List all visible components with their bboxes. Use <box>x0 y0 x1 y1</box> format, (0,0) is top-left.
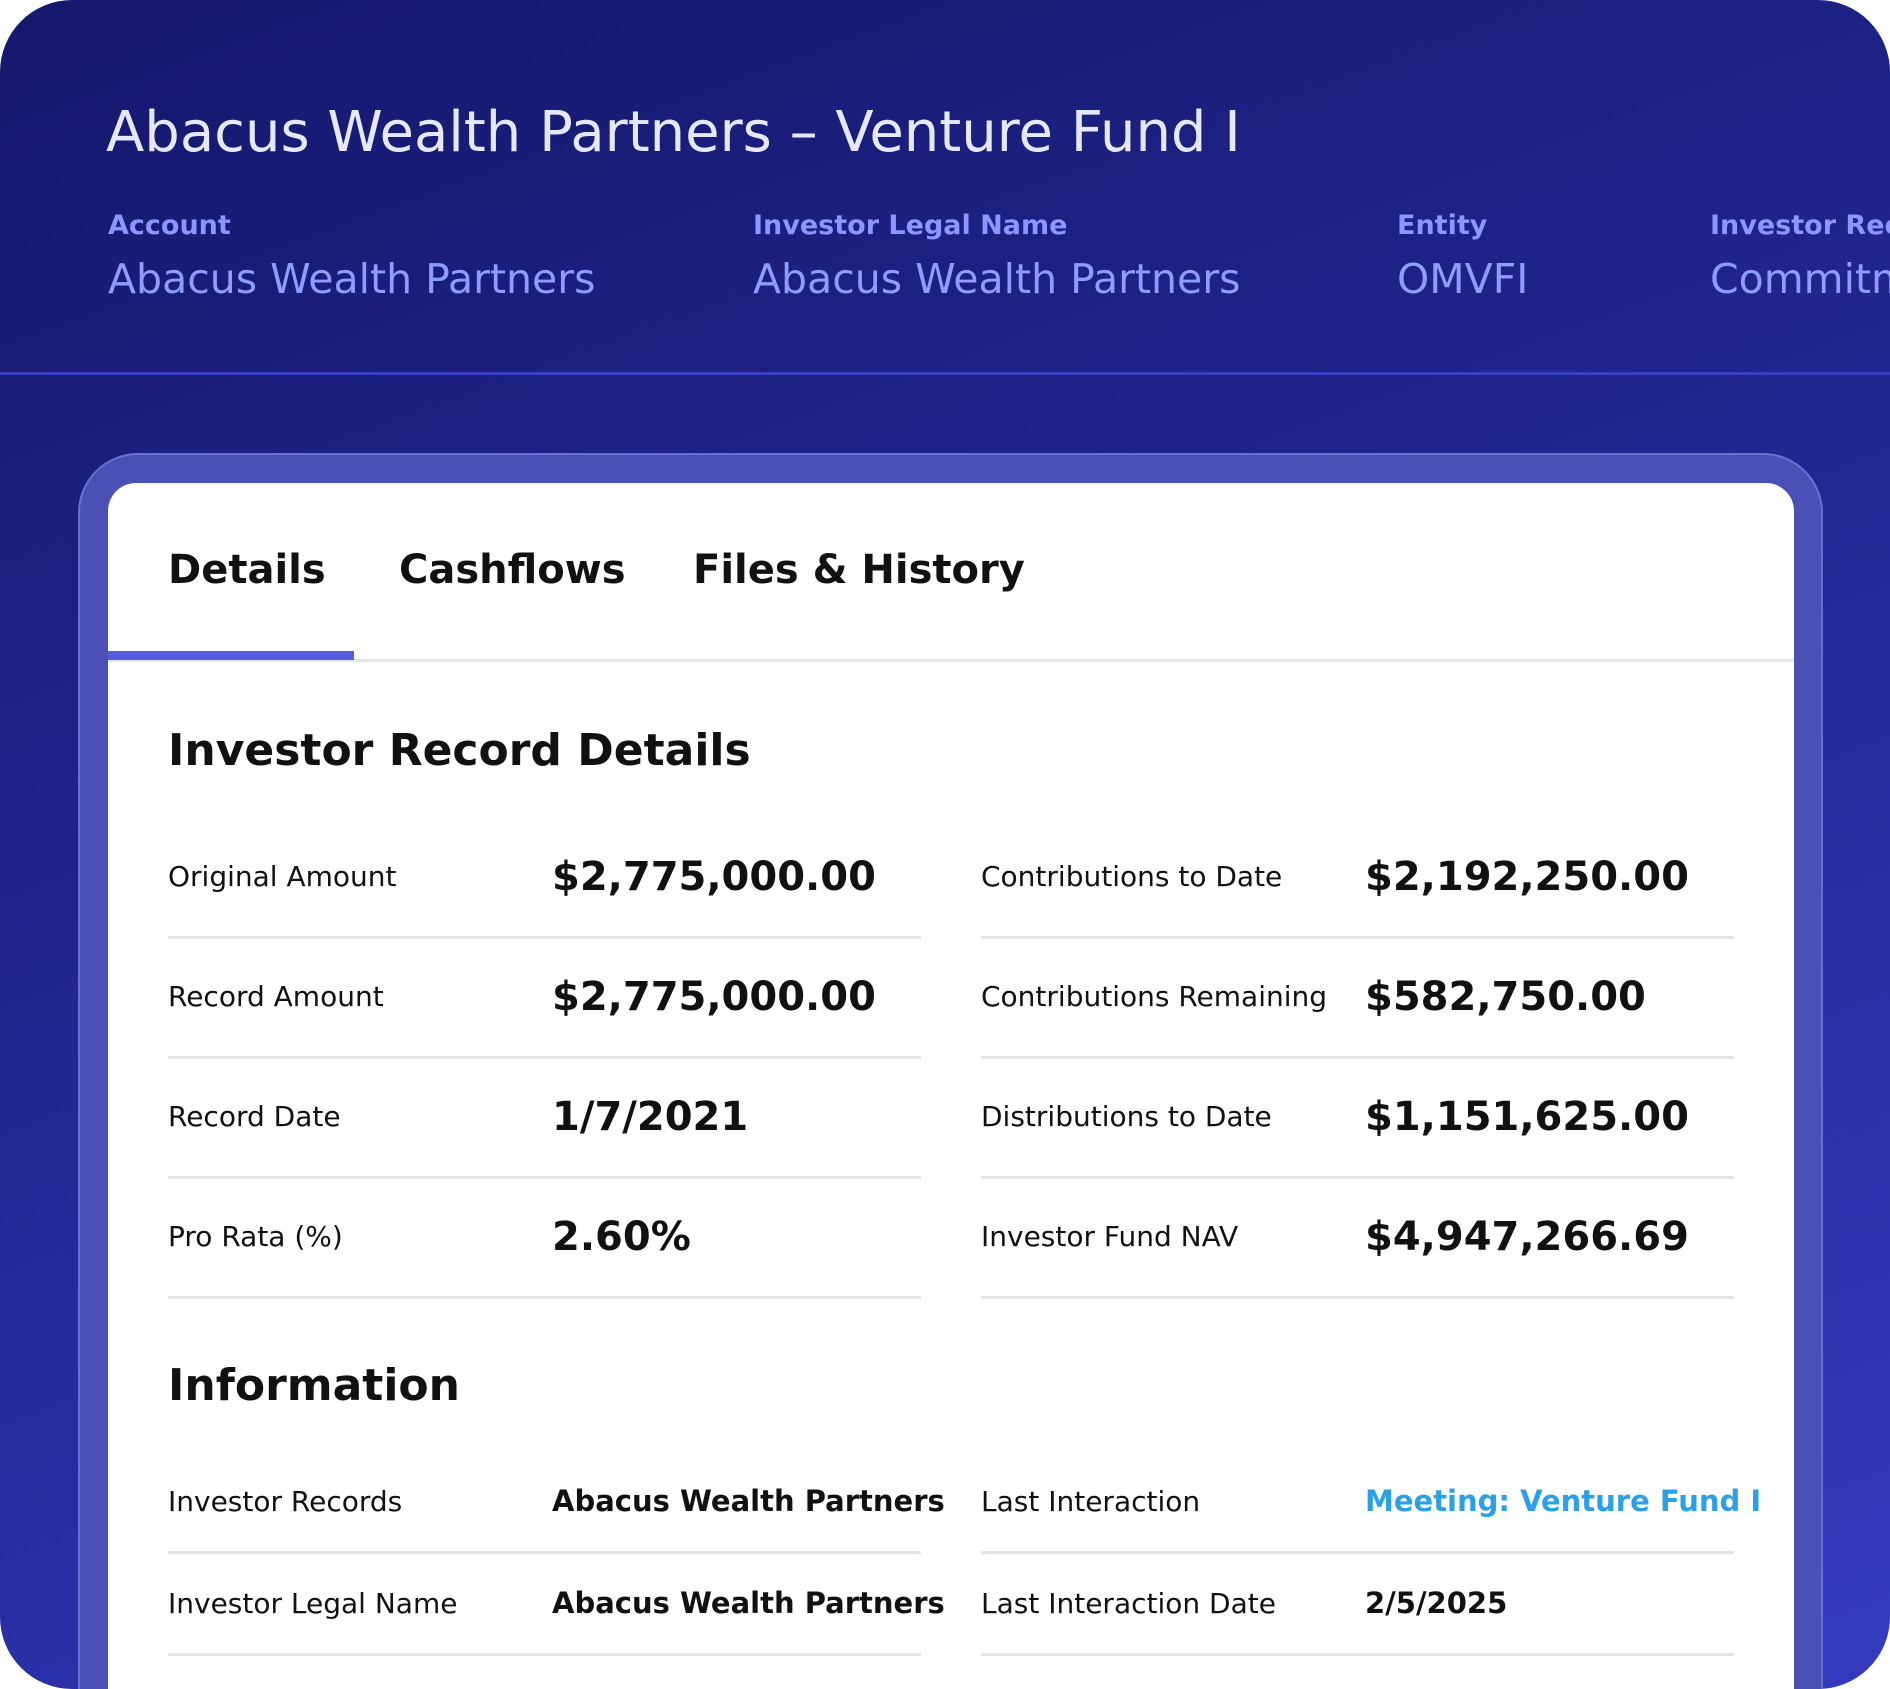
meta-label: Investor Legal Name <box>753 210 1068 241</box>
detail-value: 2.60% <box>552 1214 691 1260</box>
details-card: Details Cashflows Files & History Invest… <box>108 483 1794 1689</box>
info-row-investor-records: Investor Records Abacus Wealth Partners <box>168 1449 945 1554</box>
page-title: Abacus Wealth Partners – Venture Fund I <box>106 100 1241 165</box>
meta-value[interactable]: Abacus Wealth Partners <box>108 255 595 303</box>
detail-value: $2,775,000.00 <box>552 854 876 900</box>
info-label: Last Interaction Date <box>981 1587 1276 1620</box>
detail-row-distributions-to-date: Distributions to Date $1,151,625.00 <box>981 1056 1734 1179</box>
detail-label: Record Date <box>168 1100 341 1133</box>
info-value: Abacus Wealth Partners <box>552 1586 945 1620</box>
meta-investor-record: Investor Rec Commitm <box>1710 210 1890 320</box>
info-row-investor-legal-name: Investor Legal Name Abacus Wealth Partne… <box>168 1551 945 1656</box>
section-title-information: Information <box>168 1360 460 1411</box>
meta-entity: Entity OMVFI <box>1397 210 1528 320</box>
info-label: Last Interaction <box>981 1485 1201 1518</box>
info-label: Investor Records <box>168 1485 403 1518</box>
meta-label: Entity <box>1397 210 1488 241</box>
detail-row-record-date: Record Date 1/7/2021 <box>168 1056 921 1179</box>
meta-investor-legal-name: Investor Legal Name Abacus Wealth Partne… <box>753 210 1240 320</box>
detail-label: Pro Rata (%) <box>168 1220 343 1253</box>
detail-row-pro-rata: Pro Rata (%) 2.60% <box>168 1176 921 1299</box>
last-interaction-link[interactable]: Meeting: Venture Fund I <box>1365 1484 1761 1518</box>
detail-row-record-amount: Record Amount $2,775,000.00 <box>168 936 921 1059</box>
detail-row-contributions-to-date: Contributions to Date $2,192,250.00 <box>981 816 1734 939</box>
detail-row-original-amount: Original Amount $2,775,000.00 <box>168 816 921 939</box>
detail-label: Original Amount <box>168 860 397 893</box>
detail-label: Investor Fund NAV <box>981 1220 1239 1253</box>
active-tab-indicator <box>108 651 354 660</box>
app-frame: Abacus Wealth Partners – Venture Fund I … <box>0 0 1890 1689</box>
detail-label: Contributions Remaining <box>981 980 1328 1013</box>
info-value: 2/5/2025 <box>1365 1586 1508 1620</box>
tab-details[interactable]: Details <box>168 547 326 593</box>
detail-value: $582,750.00 <box>1365 974 1646 1020</box>
info-value: Abacus Wealth Partners <box>552 1484 945 1518</box>
detail-row-contributions-remaining: Contributions Remaining $582,750.00 <box>981 936 1734 1059</box>
section-title-record-details: Investor Record Details <box>168 725 751 776</box>
detail-row-investor-fund-nav: Investor Fund NAV $4,947,266.69 <box>981 1176 1734 1299</box>
detail-value: 1/7/2021 <box>552 1094 749 1140</box>
detail-value: $4,947,266.69 <box>1365 1214 1689 1260</box>
header-divider <box>0 372 1890 375</box>
detail-value: $1,151,625.00 <box>1365 1094 1689 1140</box>
detail-value: $2,775,000.00 <box>552 974 876 1020</box>
detail-label: Contributions to Date <box>981 860 1283 893</box>
meta-label: Investor Rec <box>1710 210 1890 241</box>
meta-value[interactable]: Commitm <box>1710 255 1890 303</box>
info-row-last-interaction-date: Last Interaction Date 2/5/2025 <box>981 1551 1734 1656</box>
tab-cashflows[interactable]: Cashflows <box>399 547 626 593</box>
tab-files-history[interactable]: Files & History <box>693 547 1025 593</box>
meta-label: Account <box>108 210 231 241</box>
tab-bar: Details Cashflows Files & History <box>108 483 1794 662</box>
detail-label: Record Amount <box>168 980 384 1013</box>
info-label: Investor Legal Name <box>168 1587 458 1620</box>
meta-value[interactable]: Abacus Wealth Partners <box>753 255 1240 303</box>
detail-value: $2,192,250.00 <box>1365 854 1689 900</box>
meta-account: Account Abacus Wealth Partners <box>108 210 595 320</box>
info-row-last-interaction: Last Interaction Meeting: Venture Fund I <box>981 1449 1761 1554</box>
meta-value[interactable]: OMVFI <box>1397 255 1528 303</box>
detail-label: Distributions to Date <box>981 1100 1272 1133</box>
